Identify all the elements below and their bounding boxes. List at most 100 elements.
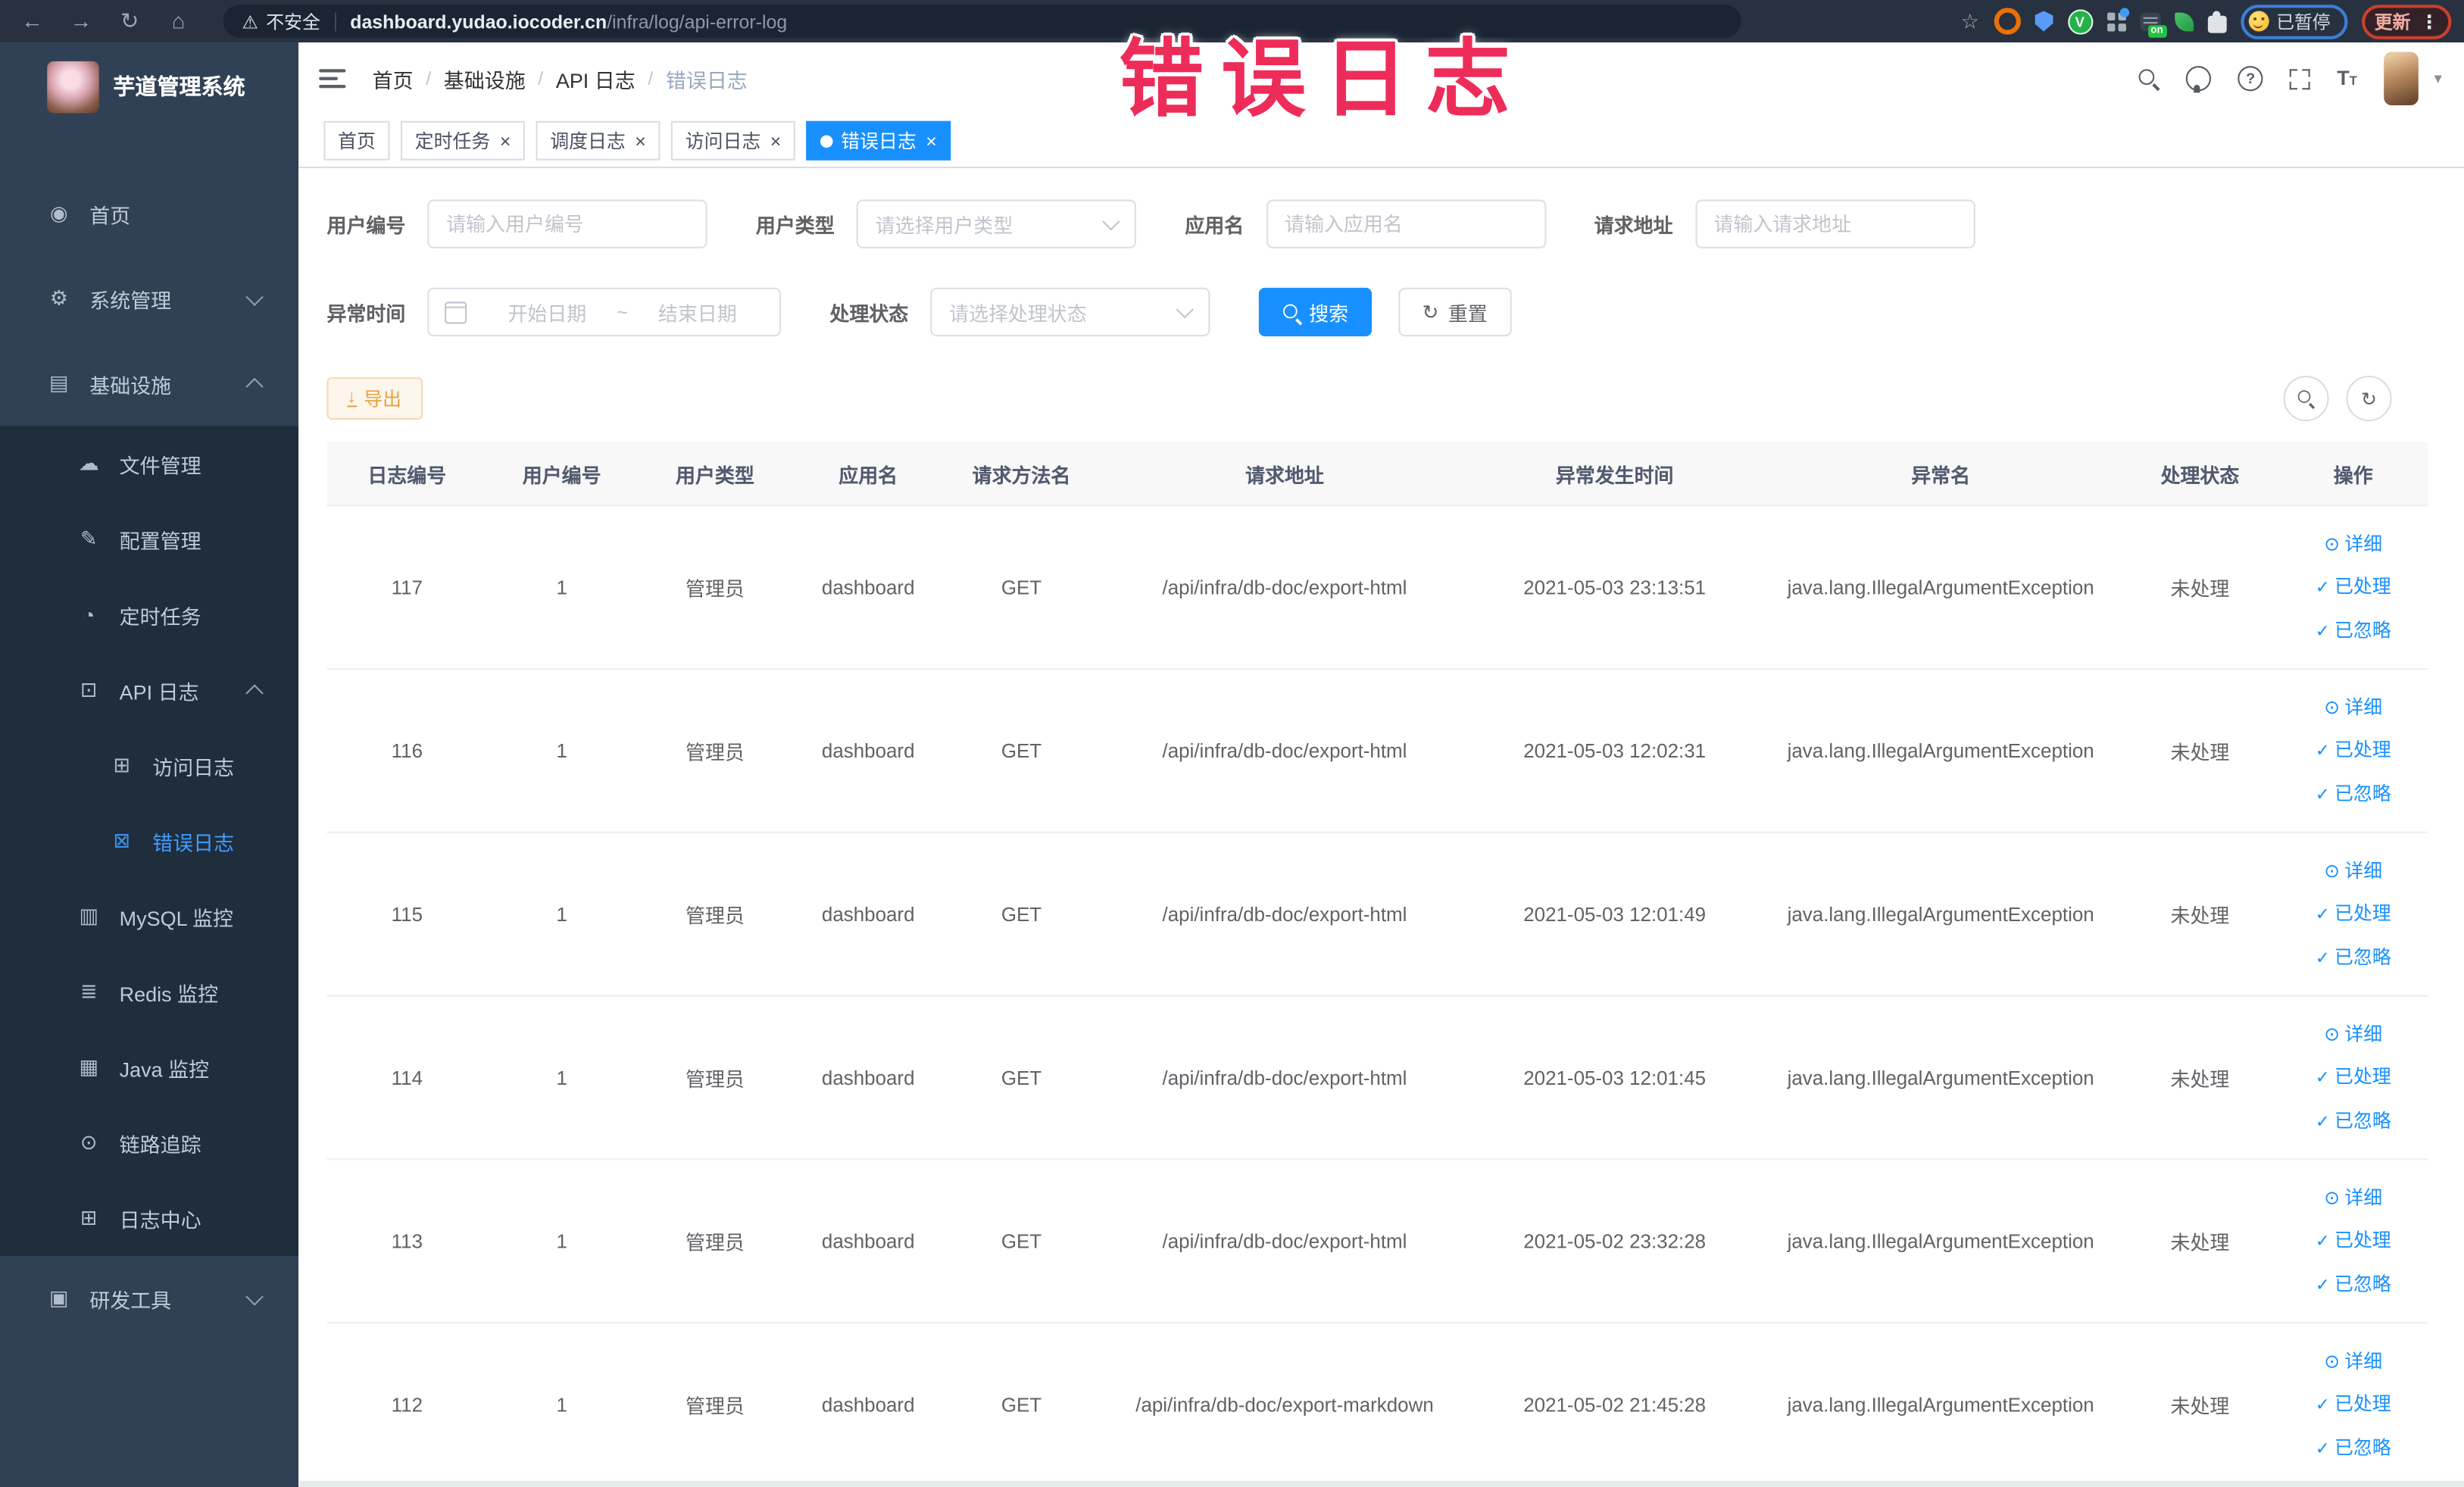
- detail-link[interactable]: 详细: [2324, 1176, 2382, 1217]
- field-label: 请求地址: [1594, 215, 1673, 238]
- browser-update-chip[interactable]: 更新 ⋮: [2362, 4, 2452, 39]
- export-button[interactable]: 导出: [326, 377, 423, 420]
- back-icon[interactable]: ←: [20, 0, 44, 42]
- extension-on-badge-icon[interactable]: [2139, 11, 2166, 37]
- reload-icon[interactable]: ↻: [118, 0, 142, 42]
- extensions-puzzle-icon[interactable]: [2206, 10, 2226, 33]
- app-name-input[interactable]: [1266, 199, 1546, 248]
- app-logo[interactable]: 芋道管理系统: [0, 42, 298, 130]
- extension-orange-icon[interactable]: [1993, 8, 2020, 35]
- breadcrumb-item[interactable]: 首页: [373, 64, 414, 94]
- eye-icon: [2324, 523, 2340, 564]
- tags-view-tab-3[interactable]: 访问日志 ×: [671, 121, 795, 161]
- start-date-placeholder[interactable]: 开始日期: [481, 297, 614, 326]
- ignored-link[interactable]: 已忽略: [2316, 609, 2391, 651]
- tab-label: 首页: [338, 131, 376, 154]
- request-url-input[interactable]: [1694, 199, 1975, 248]
- sidebar-item-redis[interactable]: ≣ Redis 监控: [0, 954, 299, 1030]
- ignored-link[interactable]: 已忽略: [2316, 1263, 2391, 1305]
- process-status-select[interactable]: 请选择处理状态: [930, 287, 1210, 337]
- tags-view-tab-0[interactable]: 首页: [323, 121, 390, 161]
- action-label: 已忽略: [2334, 1273, 2391, 1295]
- home-icon[interactable]: ⌂: [167, 0, 190, 42]
- search-button[interactable]: 搜索: [1258, 287, 1373, 337]
- detail-link[interactable]: 详细: [2324, 1013, 2382, 1054]
- ignored-link[interactable]: 已忽略: [2316, 936, 2391, 979]
- cell-actions: 详细已处理已忽略: [2278, 995, 2428, 1161]
- cell-method: GET: [942, 505, 1101, 670]
- tags-view-tab-1[interactable]: 定时任务 ×: [401, 121, 526, 161]
- chevron-up-icon: [245, 376, 264, 395]
- font-size-icon[interactable]: [2337, 67, 2357, 91]
- ignored-link[interactable]: 已忽略: [2316, 1100, 2391, 1142]
- action-label: 详细: [2344, 1186, 2383, 1208]
- sidebar-item-access-log[interactable]: ⊞ 访问日志: [0, 727, 299, 804]
- action-label: 已忽略: [2334, 783, 2391, 805]
- extension-v-icon[interactable]: [2067, 8, 2093, 34]
- sidebar-item-label: Redis 监控: [119, 981, 219, 1006]
- sidebar-item-error-log[interactable]: ⊠ 错误日志: [0, 803, 299, 879]
- breadcrumb-item[interactable]: 基础设施: [444, 64, 526, 94]
- reset-button[interactable]: 重置: [1398, 287, 1511, 337]
- processed-link[interactable]: 已处理: [2316, 1219, 2391, 1261]
- forward-icon[interactable]: →: [69, 0, 92, 42]
- detail-link[interactable]: 详细: [2324, 686, 2382, 727]
- date-range-picker[interactable]: 开始日期 ~ 结束日期: [427, 287, 782, 337]
- help-icon[interactable]: [2238, 66, 2263, 92]
- tags-view-tab-2[interactable]: 调度日志 ×: [536, 121, 661, 161]
- processed-link[interactable]: 已处理: [2316, 729, 2391, 771]
- close-icon[interactable]: ×: [926, 132, 937, 151]
- bookmark-star-icon[interactable]: ☆: [1961, 8, 1979, 33]
- extension-shield-icon[interactable]: [2034, 11, 2053, 32]
- processed-link[interactable]: 已处理: [2316, 892, 2391, 935]
- main-area: 首页 / 基础设施 / API 日志 / 错误日志 ▾: [298, 42, 2464, 1487]
- chevron-down-icon: [245, 1287, 264, 1305]
- sidebar-item-job[interactable]: ◔ 定时任务: [0, 576, 299, 653]
- breadcrumb-item[interactable]: API 日志: [556, 64, 636, 94]
- processed-link[interactable]: 已处理: [2316, 1382, 2391, 1425]
- sidebar-item-java[interactable]: ▦ Java 监控: [0, 1029, 299, 1105]
- sidebar-item-label: 基础设施: [89, 373, 172, 397]
- extension-grid-icon[interactable]: [2106, 7, 2129, 31]
- end-date-placeholder[interactable]: 结束日期: [631, 297, 764, 326]
- detail-link[interactable]: 详细: [2324, 850, 2382, 891]
- close-icon[interactable]: ×: [770, 132, 782, 151]
- menu-kebab-icon[interactable]: ⋮: [2420, 10, 2439, 32]
- sidebar-item-home[interactable]: ◉ 首页: [0, 171, 298, 256]
- eye-icon: [2324, 686, 2340, 727]
- site-security-chip[interactable]: ⚠ 不安全: [242, 8, 320, 33]
- ignored-link[interactable]: 已忽略: [2316, 773, 2391, 815]
- sidebar-item-log-center[interactable]: ⊞ 日志中心: [0, 1180, 299, 1256]
- processed-link[interactable]: 已处理: [2316, 565, 2391, 608]
- extension-leaf-icon[interactable]: [2174, 11, 2194, 31]
- profile-paused-pill[interactable]: 已暂停: [2240, 4, 2348, 39]
- tags-view-tab-4[interactable]: 错误日志 ×: [806, 121, 951, 161]
- user-id-input[interactable]: [427, 199, 707, 248]
- sidebar-item-system[interactable]: ⚙ 系统管理: [0, 256, 298, 341]
- sidebar-item-config[interactable]: ✎ 配置管理: [0, 501, 299, 577]
- sidebar-item-file[interactable]: ☁ 文件管理: [0, 426, 299, 501]
- sidebar-item-api-log[interactable]: ⊡ API 日志: [0, 652, 299, 728]
- column-header: 用户编号: [487, 442, 637, 507]
- user-avatar[interactable]: [2384, 52, 2419, 106]
- ignored-link[interactable]: 已忽略: [2316, 1426, 2391, 1469]
- github-icon[interactable]: [2186, 66, 2212, 93]
- close-icon[interactable]: ×: [635, 132, 646, 151]
- sidebar-item-infra[interactable]: ▤ 基础设施: [0, 341, 298, 426]
- sidebar-item-trace[interactable]: ⊙ 链路追踪: [0, 1104, 299, 1181]
- calendar-icon: [445, 301, 467, 323]
- hamburger-icon[interactable]: [319, 65, 346, 93]
- detail-link[interactable]: 详细: [2324, 523, 2382, 564]
- processed-link[interactable]: 已处理: [2316, 1055, 2391, 1098]
- sidebar-item-dev-tools[interactable]: ▣ 研发工具: [0, 1256, 298, 1341]
- sidebar-item-mysql[interactable]: ▥ MySQL 监控: [0, 878, 299, 954]
- filter-row-2: 异常时间 开始日期 ~ 结束日期 处理状态 请选择处理状态 搜索 ↻ 重置: [327, 287, 2427, 337]
- search-icon[interactable]: [2138, 69, 2160, 89]
- refresh-table-button[interactable]: [2346, 375, 2392, 422]
- user-type-select[interactable]: 请选择用户类型: [856, 199, 1137, 248]
- close-icon[interactable]: ×: [500, 132, 511, 151]
- toggle-search-button[interactable]: [2283, 375, 2329, 422]
- chevron-down-icon[interactable]: ▾: [2434, 70, 2442, 88]
- fullscreen-icon[interactable]: [2289, 69, 2310, 90]
- detail-link[interactable]: 详细: [2324, 1340, 2382, 1381]
